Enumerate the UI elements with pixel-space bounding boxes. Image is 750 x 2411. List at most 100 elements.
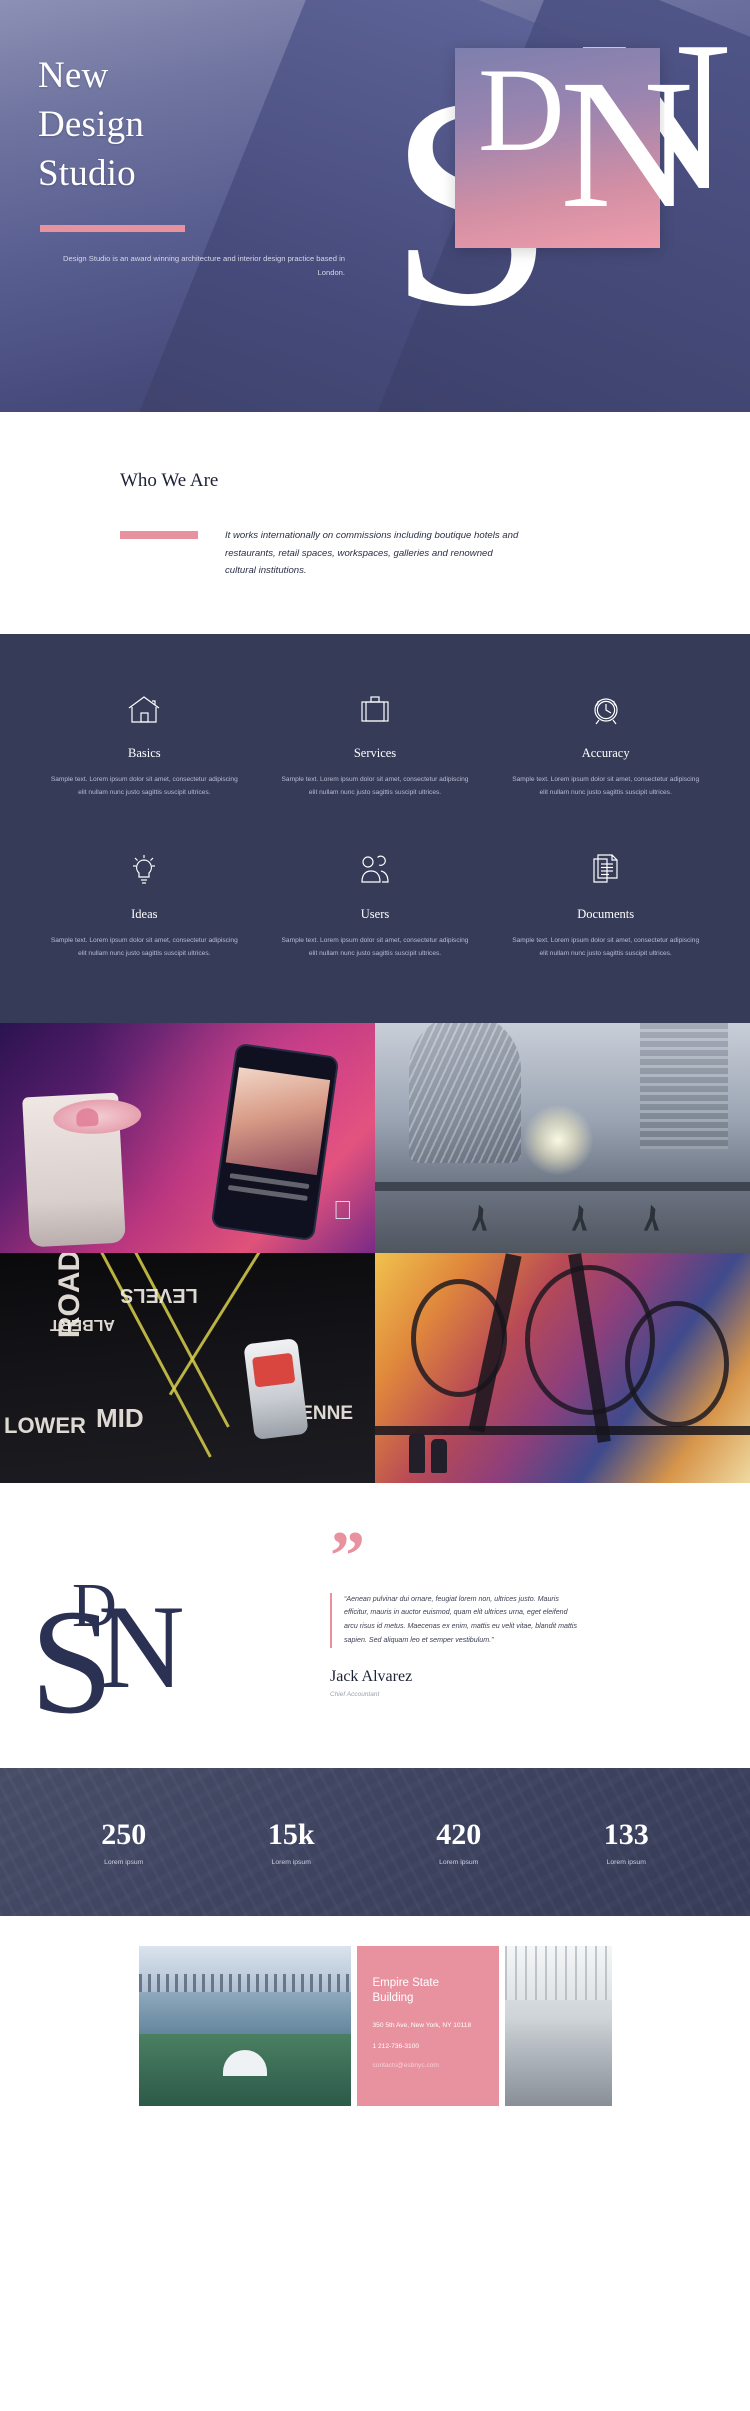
documents-icon [509,850,702,890]
road-marking-text: LEVELS [120,1283,198,1306]
apple-logo-icon:  [333,1197,359,1227]
hero-accent-bar [40,225,185,233]
feature-title: Accuracy [581,746,630,761]
stat-label: Lorem ipsum [104,1858,144,1866]
floor [504,2041,612,2106]
feature-card-services[interactable]: Services Sample text. Lorem ipsum dolor … [265,689,486,800]
testimonial-author: Jack Alvarez [330,1667,413,1685]
hero-title-line-3: Studio [38,152,136,194]
home-icon [48,689,241,729]
lattice-tower-building [409,1022,521,1163]
contact-grid: Empire State Building 350 5th Ave, New Y… [34,1945,716,2106]
pedestrian [431,1438,447,1473]
features-grid: Basics Sample text. Lorem ipsum dolor si… [34,689,716,960]
stat-value: 133 [603,1817,649,1851]
testimonial-monogram: S D N [0,1535,330,1737]
interior-atrium-photo[interactable] [504,1945,612,2106]
gallery-section:  ROAD MID LOWER LEVELS ALBERT XENNE [0,1022,750,1483]
feature-card-accuracy[interactable]: Accuracy Sample text. Lorem ipsum dolor … [495,689,716,800]
alarm-clock-icon [509,689,702,729]
mural-stroke [375,1425,750,1435]
stat-value: 250 [101,1817,147,1851]
taxi-roof [252,1352,296,1388]
who-we-are-section: Who We Are It works internationally on c… [0,412,750,635]
stats-section: 250 Lorem ipsum 15k Lorem ipsum 420 Lore… [0,1767,750,1916]
contact-title: Empire State Building [372,1976,439,2005]
stat-item: 15k Lorem ipsum [208,1818,376,1866]
hero-section: S N D N New Design Studio Design Studio … [0,0,750,412]
feature-text: Sample text. Lorem ipsum dolor sit amet,… [512,936,700,957]
landing-page: S N D N New Design Studio Design Studio … [0,0,750,2150]
night-street-taxi-photo[interactable]: ROAD MID LOWER LEVELS ALBERT XENNE [0,1252,375,1483]
feature-text: Sample text. Lorem ipsum dolor sit amet,… [281,936,469,957]
hero-tagline: Design Studio is an award winning archit… [63,254,345,277]
stat-label: Lorem ipsum [271,1858,311,1866]
mural-swirl [625,1300,729,1427]
road-marking-text: MID [96,1402,144,1433]
users-icon [279,850,472,890]
feature-title: Services [353,746,397,761]
testimonial-content: ” “Aenean pulvinar dui ornare, feugiat l… [330,1517,750,1710]
phone-screen-photo [225,1066,331,1175]
road-line [86,1252,230,1428]
contact-phone[interactable]: 1 212-736-3100 [373,2042,483,2052]
features-section: Basics Sample text. Lorem ipsum dolor si… [0,634,750,1023]
feature-title: Users [360,906,390,921]
skyline [138,1945,351,1992]
city-waterfront-aerial-photo[interactable] [138,1945,351,2106]
testimonial-role: Chief Accountant [330,1690,380,1698]
stat-item: 250 Lorem ipsum [40,1818,208,1866]
testimonial-monogram-n: N [98,1579,185,1713]
overpass-rail [375,1181,750,1191]
water [138,1991,351,2040]
hero-title-line-2: Design [38,103,145,145]
graffiti-mural-street-photo[interactable] [375,1252,750,1483]
contact-email[interactable]: contacts@esbnyc.com [373,2062,483,2069]
ceiling [504,1945,612,2000]
briefcase-icon [279,689,472,729]
feature-title: Documents [577,906,635,921]
taxi-car [243,1337,309,1440]
stat-value: 15k [267,1817,315,1851]
feature-text: Sample text. Lorem ipsum dolor sit amet,… [281,776,469,797]
stats-row: 250 Lorem ipsum 15k Lorem ipsum 420 Lore… [0,1768,750,1916]
stat-item: 133 Lorem ipsum [543,1818,711,1866]
testimonial-section: S D N ” “Aenean pulvinar dui ornare, feu… [0,1482,750,1768]
hero-title-line-1: New [38,55,109,96]
feature-card-basics[interactable]: Basics Sample text. Lorem ipsum dolor si… [34,689,255,800]
testimonial-quote: “Aenean pulvinar dui ornare, feugiat lor… [330,1592,580,1648]
road-marking-text: LOWER [4,1412,86,1438]
who-we-are-row: It works internationally on commissions … [120,527,750,580]
stat-item: 420 Lorem ipsum [375,1818,543,1866]
stat-value: 420 [436,1817,482,1851]
feature-title: Ideas [131,906,158,921]
foam-art [75,1107,99,1127]
feature-card-ideas[interactable]: Ideas Sample text. Lorem ipsum dolor sit… [34,850,255,961]
road-surface [375,1190,750,1253]
feature-text: Sample text. Lorem ipsum dolor sit amet,… [50,776,238,797]
hero-content: New Design Studio Design Studio is an aw… [0,0,750,279]
feature-card-documents[interactable]: Documents Sample text. Lorem ipsum dolor… [495,850,716,961]
feature-text: Sample text. Lorem ipsum dolor sit amet,… [50,936,238,957]
feature-card-users[interactable]: Users Sample text. Lorem ipsum dolor sit… [265,850,486,961]
coffee-cup [22,1092,143,1247]
quote-mark-icon: ” [330,1517,365,1595]
lightbulb-icon [48,850,241,890]
who-we-are-heading: Who We Are [120,470,219,491]
feature-text: Sample text. Lorem ipsum dolor sit amet,… [512,776,700,797]
who-we-are-accent-dash [120,531,198,539]
who-we-are-paragraph: It works internationally on commissions … [225,530,519,577]
contact-section: Empire State Building 350 5th Ave, New Y… [0,1915,750,2150]
pedestrian [409,1432,425,1473]
coffee-and-phone-neon-photo[interactable]:  [0,1022,375,1253]
stat-label: Lorem ipsum [439,1858,479,1866]
road-marking-text: ALBERT [50,1315,115,1333]
hero-title: New Design Studio [38,52,712,198]
contact-address: 350 5th Ave, New York, NY 10118 [372,2021,472,2029]
cyclists-modern-architecture-photo[interactable] [375,1022,750,1253]
contact-card: Empire State Building 350 5th Ave, New Y… [356,1945,499,2106]
feature-title: Basics [128,746,161,761]
sun-flare [523,1104,593,1175]
stat-label: Lorem ipsum [606,1858,646,1866]
office-building [640,1022,728,1149]
